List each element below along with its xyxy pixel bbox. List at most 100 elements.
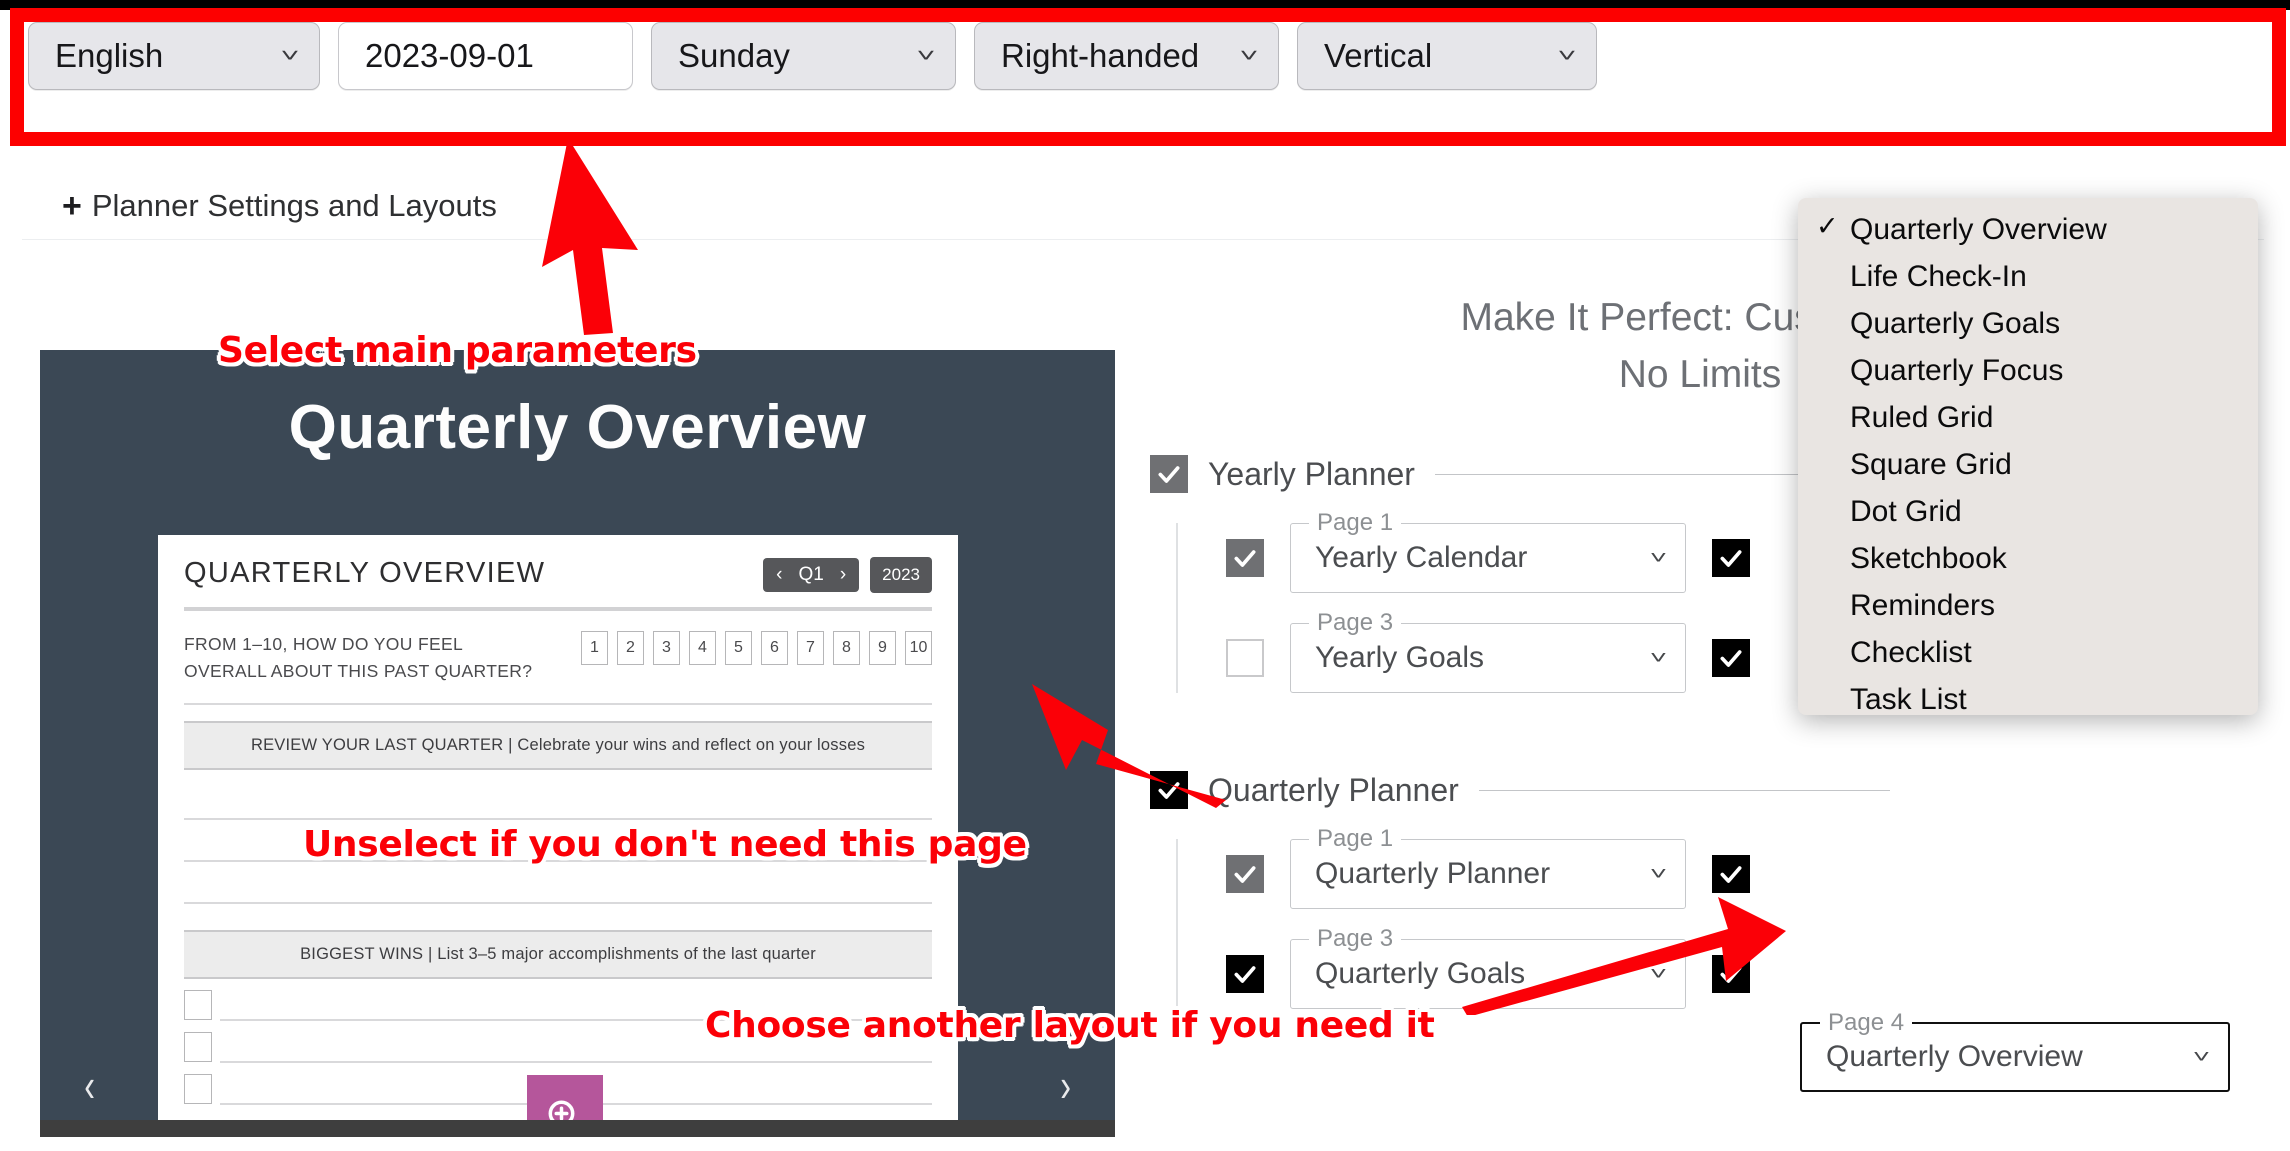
dropdown-item[interactable]: Quarterly Goals: [1798, 300, 2258, 347]
start-date-input[interactable]: 2023-09-01: [338, 22, 633, 90]
quarter-nav: ‹ Q1 ›: [763, 558, 860, 592]
page4-select[interactable]: Page 4 Quarterly Overview ˅: [1800, 1009, 2230, 1092]
page-legend: Page 1: [1309, 509, 1402, 537]
sheet-question-block: FROM 1–10, HOW DO YOU FEEL OVERALL ABOUT…: [184, 611, 932, 703]
dropdown-item-label: Quarterly Goals: [1850, 306, 2061, 340]
week-start-cell: Sunday ˅: [651, 22, 974, 90]
section-title: Yearly Planner: [1208, 455, 1415, 492]
dropdown-item-label: Task List: [1850, 682, 1967, 715]
page-secondary-checkbox[interactable]: [1712, 855, 1750, 893]
week-start-select[interactable]: Sunday ˅: [651, 22, 956, 90]
rating-cell: 9: [869, 631, 896, 665]
language-cell: English ˅: [28, 22, 338, 90]
year-badge: 2023: [870, 557, 932, 593]
page-include-checkbox[interactable]: [1226, 855, 1264, 893]
orientation-select[interactable]: Vertical ˅: [1297, 22, 1597, 90]
chevron-down-icon: ˅: [2192, 1046, 2211, 1067]
sheet-band-review: REVIEW YOUR LAST QUARTER | Celebrate you…: [184, 721, 932, 771]
page-layout-value: Yearly Goals: [1315, 641, 1484, 674]
chevron-down-icon: ˅: [280, 45, 300, 67]
section-rule: [1478, 789, 1890, 791]
dropdown-item[interactable]: Checklist: [1798, 629, 2258, 676]
rating-cell: 2: [617, 631, 644, 665]
preview-title: Quarterly Overview: [288, 393, 867, 462]
ruled-line: [220, 1061, 932, 1064]
rating-cell: 6: [761, 631, 788, 665]
annotation-choose-layout: Choose another layout if you need it: [705, 1005, 1435, 1046]
section-header: Quarterly Planner: [1150, 771, 1890, 809]
page-row: Page 3 Yearly Goals ˅: [1226, 609, 1890, 693]
section-pages: Page 1 Yearly Calendar ˅ Page 3 Yearly Goals…: [1176, 509, 1890, 693]
page-include-checkbox[interactable]: [1226, 955, 1264, 993]
dropdown-item-label: Reminders: [1850, 588, 1996, 622]
dropdown-item-label: Square Grid: [1850, 447, 2012, 481]
section-header: Yearly Planner: [1150, 455, 1890, 493]
dropdown-item[interactable]: Life Check-In: [1798, 253, 2258, 300]
check-mark-icon: [1158, 466, 1180, 483]
dropdown-item-label: Sketchbook: [1850, 541, 2007, 575]
page-secondary-checkbox[interactable]: [1712, 539, 1750, 577]
section-checkbox[interactable]: [1150, 455, 1188, 493]
dropdown-item[interactable]: Task List: [1798, 676, 2258, 715]
rating-cell: 7: [797, 631, 824, 665]
check-mark-icon: [1720, 866, 1742, 883]
planner-settings-label: Planner Settings and Layouts: [91, 187, 497, 223]
chevron-right-icon: ›: [839, 564, 847, 585]
page4-value: Quarterly Overview: [1826, 1040, 2083, 1073]
page-include-checkbox[interactable]: [1226, 539, 1264, 577]
check-mark-icon: [1720, 650, 1742, 667]
page-layout-select[interactable]: Page 1 Yearly Calendar ˅: [1290, 509, 1686, 593]
check-mark-icon: ✓: [1816, 211, 1839, 241]
rating-cell: 4: [689, 631, 716, 665]
handedness-select[interactable]: Right-handed ˅: [974, 22, 1279, 90]
preview-next-button[interactable]: ›: [1060, 1058, 1071, 1112]
chevron-left-icon: ‹: [776, 564, 783, 585]
check-mark-icon: [1234, 866, 1256, 883]
sheet-rating-scale: 1 2 3 4 5 6 7 8 9 10: [581, 631, 932, 665]
dropdown-item[interactable]: Ruled Grid: [1798, 394, 2258, 441]
start-date-cell: 2023-09-01: [338, 22, 651, 90]
chevron-down-icon: ˅: [916, 45, 936, 67]
plus-icon: +: [62, 186, 82, 225]
handedness-cell: Right-handed ˅: [974, 22, 1297, 90]
section-title: Quarterly Planner: [1208, 771, 1459, 808]
orientation-cell: Vertical ˅: [1297, 22, 1615, 90]
chevron-down-icon: ˅: [1649, 647, 1668, 668]
quarter-label: Q1: [798, 564, 824, 585]
sheet-checkbox: [184, 1032, 212, 1063]
language-select[interactable]: English ˅: [28, 22, 320, 90]
page-layout-select[interactable]: Page 3 Yearly Goals ˅: [1290, 609, 1686, 693]
page-include-checkbox[interactable]: [1226, 639, 1264, 677]
page-row: Page 1 Yearly Calendar ˅: [1226, 509, 1890, 593]
rating-cell: 10: [905, 631, 932, 665]
page-legend: Page 3: [1309, 609, 1402, 637]
dropdown-item[interactable]: Quarterly Focus: [1798, 347, 2258, 394]
chevron-down-icon: ˅: [1649, 863, 1668, 884]
ruled-line: [184, 902, 932, 905]
language-value: English: [55, 37, 164, 74]
dropdown-item[interactable]: Square Grid: [1798, 441, 2258, 488]
dropdown-item[interactable]: Reminders: [1798, 582, 2258, 629]
check-mark-icon: [1720, 550, 1742, 567]
chevron-down-icon: ˅: [1649, 547, 1668, 568]
page-layout-value: Quarterly Planner: [1315, 857, 1551, 890]
dropdown-item[interactable]: Dot Grid: [1798, 488, 2258, 535]
dropdown-item[interactable]: Sketchbook: [1798, 535, 2258, 582]
start-date-value: 2023-09-01: [365, 37, 534, 74]
page-secondary-checkbox[interactable]: [1712, 639, 1750, 677]
page-layout-value: Yearly Calendar: [1315, 541, 1528, 574]
dropdown-item[interactable]: ✓ Quarterly Overview: [1798, 206, 2258, 253]
rating-cell: 3: [653, 631, 680, 665]
sheet-checkbox: [184, 990, 212, 1021]
layout-dropdown-popup[interactable]: ✓ Quarterly Overview Life Check-In Quarterl…: [1798, 198, 2258, 715]
annotation-unselect-page: Unselect if you don't need this page: [303, 824, 1027, 865]
sheet-divider-2: [184, 703, 932, 706]
dropdown-item-label: Dot Grid: [1850, 494, 1962, 528]
chevron-down-icon: ˅: [1239, 45, 1259, 67]
sheet-header: QUARTERLY OVERVIEW ‹ Q1 › 2023: [184, 557, 932, 593]
preview-prev-button[interactable]: ‹: [84, 1058, 95, 1112]
parameters-toolbar: English ˅ 2023-09-01 Sunday ˅ Right-hand…: [28, 22, 2268, 130]
preview-footer-bar: [40, 1120, 1115, 1137]
check-mark-icon: [1234, 550, 1256, 567]
